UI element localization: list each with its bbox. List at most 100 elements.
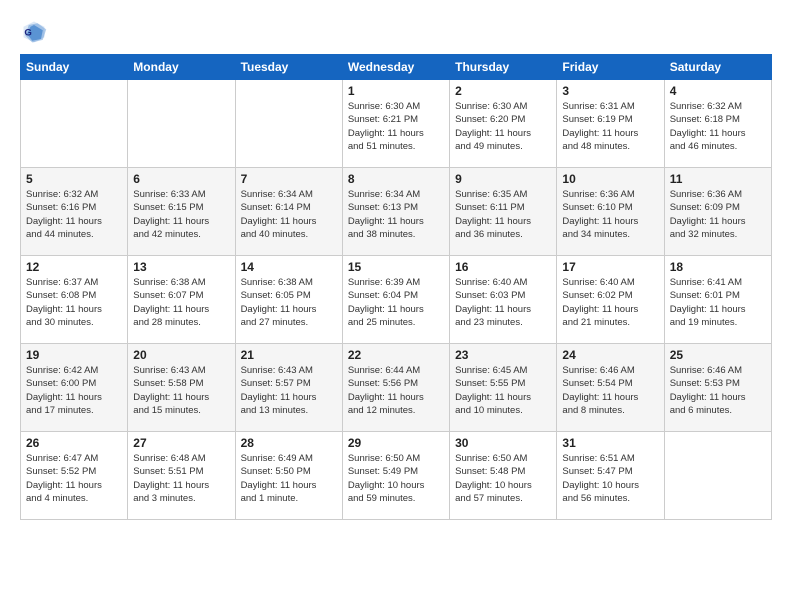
weekday-header-friday: Friday	[557, 55, 664, 80]
day-number: 7	[241, 172, 337, 186]
day-info: Sunrise: 6:46 AMSunset: 5:54 PMDaylight:…	[562, 364, 658, 417]
weekday-header-row: SundayMondayTuesdayWednesdayThursdayFrid…	[21, 55, 772, 80]
day-info: Sunrise: 6:50 AMSunset: 5:49 PMDaylight:…	[348, 452, 444, 505]
logo: G	[20, 18, 52, 46]
day-number: 8	[348, 172, 444, 186]
day-cell: 13Sunrise: 6:38 AMSunset: 6:07 PMDayligh…	[128, 256, 235, 344]
weekday-header-thursday: Thursday	[450, 55, 557, 80]
week-row-2: 5 Sunrise: 6:32 AMSunset: 6:16 PMDaylight…	[21, 168, 772, 256]
day-cell: 24Sunrise: 6:46 AMSunset: 5:54 PMDayligh…	[557, 344, 664, 432]
week-row-4: 19 Sunrise: 6:42 AMSunset: 6:00 PMDayligh…	[21, 344, 772, 432]
logo-icon: G	[20, 18, 48, 46]
weekday-header-saturday: Saturday	[664, 55, 771, 80]
day-cell: 20Sunrise: 6:43 AMSunset: 5:58 PMDayligh…	[128, 344, 235, 432]
day-info: Sunrise: 6:50 AMSunset: 5:48 PMDaylight:…	[455, 452, 551, 505]
day-number: 3	[562, 84, 658, 98]
day-number: 25	[670, 348, 766, 362]
day-number: 5	[26, 172, 122, 186]
day-info: Sunrise: 6:49 AMSunset: 5:50 PMDaylight:…	[241, 452, 337, 505]
day-number: 26	[26, 436, 122, 450]
day-cell: 18 Sunrise: 6:41 AMSunset: 6:01 PMDayligh…	[664, 256, 771, 344]
day-number: 14	[241, 260, 337, 274]
day-cell: 21 Sunrise: 6:43 AMSunset: 5:57 PMDayligh…	[235, 344, 342, 432]
day-cell: 6Sunrise: 6:33 AMSunset: 6:15 PMDaylight…	[128, 168, 235, 256]
day-number: 19	[26, 348, 122, 362]
day-info: Sunrise: 6:40 AMSunset: 6:02 PMDaylight:…	[562, 276, 658, 329]
day-info: Sunrise: 6:33 AMSunset: 6:15 PMDaylight:…	[133, 188, 229, 241]
day-cell: 14 Sunrise: 6:38 AMSunset: 6:05 PMDayligh…	[235, 256, 342, 344]
day-info: Sunrise: 6:30 AMSunset: 6:21 PMDaylight:…	[348, 100, 444, 153]
week-row-1: 1Sunrise: 6:30 AMSunset: 6:21 PMDaylight…	[21, 80, 772, 168]
day-info: Sunrise: 6:35 AMSunset: 6:11 PMDaylight:…	[455, 188, 551, 241]
day-cell: 29 Sunrise: 6:50 AMSunset: 5:49 PMDayligh…	[342, 432, 449, 520]
weekday-header-monday: Monday	[128, 55, 235, 80]
day-cell: 7 Sunrise: 6:34 AMSunset: 6:14 PMDaylight…	[235, 168, 342, 256]
weekday-header-tuesday: Tuesday	[235, 55, 342, 80]
week-row-3: 12Sunrise: 6:37 AMSunset: 6:08 PMDayligh…	[21, 256, 772, 344]
day-number: 31	[562, 436, 658, 450]
day-info: Sunrise: 6:40 AMSunset: 6:03 PMDaylight:…	[455, 276, 551, 329]
weekday-header-wednesday: Wednesday	[342, 55, 449, 80]
day-cell: 19 Sunrise: 6:42 AMSunset: 6:00 PMDayligh…	[21, 344, 128, 432]
day-cell: 15 Sunrise: 6:39 AMSunset: 6:04 PMDayligh…	[342, 256, 449, 344]
day-cell: 22 Sunrise: 6:44 AMSunset: 5:56 PMDayligh…	[342, 344, 449, 432]
day-cell: 27 Sunrise: 6:48 AMSunset: 5:51 PMDayligh…	[128, 432, 235, 520]
day-number: 11	[670, 172, 766, 186]
day-info: Sunrise: 6:34 AMSunset: 6:13 PMDaylight:…	[348, 188, 444, 241]
day-info: Sunrise: 6:42 AMSunset: 6:00 PMDaylight:…	[26, 364, 122, 417]
calendar: SundayMondayTuesdayWednesdayThursdayFrid…	[20, 54, 772, 520]
day-number: 30	[455, 436, 551, 450]
day-info: Sunrise: 6:38 AMSunset: 6:05 PMDaylight:…	[241, 276, 337, 329]
day-info: Sunrise: 6:30 AMSunset: 6:20 PMDaylight:…	[455, 100, 551, 153]
day-info: Sunrise: 6:46 AMSunset: 5:53 PMDaylight:…	[670, 364, 766, 417]
day-number: 22	[348, 348, 444, 362]
day-cell: 2 Sunrise: 6:30 AMSunset: 6:20 PMDaylight…	[450, 80, 557, 168]
day-info: Sunrise: 6:32 AMSunset: 6:18 PMDaylight:…	[670, 100, 766, 153]
day-info: Sunrise: 6:51 AMSunset: 5:47 PMDaylight:…	[562, 452, 658, 505]
day-cell: 5 Sunrise: 6:32 AMSunset: 6:16 PMDaylight…	[21, 168, 128, 256]
day-info: Sunrise: 6:38 AMSunset: 6:07 PMDaylight:…	[133, 276, 229, 329]
day-info: Sunrise: 6:41 AMSunset: 6:01 PMDaylight:…	[670, 276, 766, 329]
day-info: Sunrise: 6:34 AMSunset: 6:14 PMDaylight:…	[241, 188, 337, 241]
day-cell: 1Sunrise: 6:30 AMSunset: 6:21 PMDaylight…	[342, 80, 449, 168]
day-number: 21	[241, 348, 337, 362]
day-cell	[235, 80, 342, 168]
day-number: 2	[455, 84, 551, 98]
day-number: 23	[455, 348, 551, 362]
day-cell: 25 Sunrise: 6:46 AMSunset: 5:53 PMDayligh…	[664, 344, 771, 432]
day-cell: 26 Sunrise: 6:47 AMSunset: 5:52 PMDayligh…	[21, 432, 128, 520]
day-cell: 30 Sunrise: 6:50 AMSunset: 5:48 PMDayligh…	[450, 432, 557, 520]
day-number: 4	[670, 84, 766, 98]
day-info: Sunrise: 6:32 AMSunset: 6:16 PMDaylight:…	[26, 188, 122, 241]
day-number: 17	[562, 260, 658, 274]
day-cell	[21, 80, 128, 168]
day-number: 20	[133, 348, 229, 362]
day-number: 28	[241, 436, 337, 450]
day-cell: 3Sunrise: 6:31 AMSunset: 6:19 PMDaylight…	[557, 80, 664, 168]
day-number: 18	[670, 260, 766, 274]
day-info: Sunrise: 6:47 AMSunset: 5:52 PMDaylight:…	[26, 452, 122, 505]
day-number: 29	[348, 436, 444, 450]
header: G	[20, 18, 772, 46]
day-cell: 4 Sunrise: 6:32 AMSunset: 6:18 PMDaylight…	[664, 80, 771, 168]
day-cell	[664, 432, 771, 520]
day-cell: 9 Sunrise: 6:35 AMSunset: 6:11 PMDaylight…	[450, 168, 557, 256]
day-number: 27	[133, 436, 229, 450]
day-cell: 10Sunrise: 6:36 AMSunset: 6:10 PMDayligh…	[557, 168, 664, 256]
day-cell: 31 Sunrise: 6:51 AMSunset: 5:47 PMDayligh…	[557, 432, 664, 520]
day-cell: 23Sunrise: 6:45 AMSunset: 5:55 PMDayligh…	[450, 344, 557, 432]
day-cell: 16Sunrise: 6:40 AMSunset: 6:03 PMDayligh…	[450, 256, 557, 344]
day-info: Sunrise: 6:43 AMSunset: 5:57 PMDaylight:…	[241, 364, 337, 417]
day-info: Sunrise: 6:48 AMSunset: 5:51 PMDaylight:…	[133, 452, 229, 505]
day-info: Sunrise: 6:39 AMSunset: 6:04 PMDaylight:…	[348, 276, 444, 329]
day-info: Sunrise: 6:36 AMSunset: 6:09 PMDaylight:…	[670, 188, 766, 241]
day-cell: 11 Sunrise: 6:36 AMSunset: 6:09 PMDayligh…	[664, 168, 771, 256]
day-cell: 17 Sunrise: 6:40 AMSunset: 6:02 PMDayligh…	[557, 256, 664, 344]
day-cell: 12Sunrise: 6:37 AMSunset: 6:08 PMDayligh…	[21, 256, 128, 344]
day-number: 12	[26, 260, 122, 274]
day-number: 10	[562, 172, 658, 186]
day-cell: 8 Sunrise: 6:34 AMSunset: 6:13 PMDaylight…	[342, 168, 449, 256]
day-info: Sunrise: 6:44 AMSunset: 5:56 PMDaylight:…	[348, 364, 444, 417]
day-number: 15	[348, 260, 444, 274]
day-number: 9	[455, 172, 551, 186]
